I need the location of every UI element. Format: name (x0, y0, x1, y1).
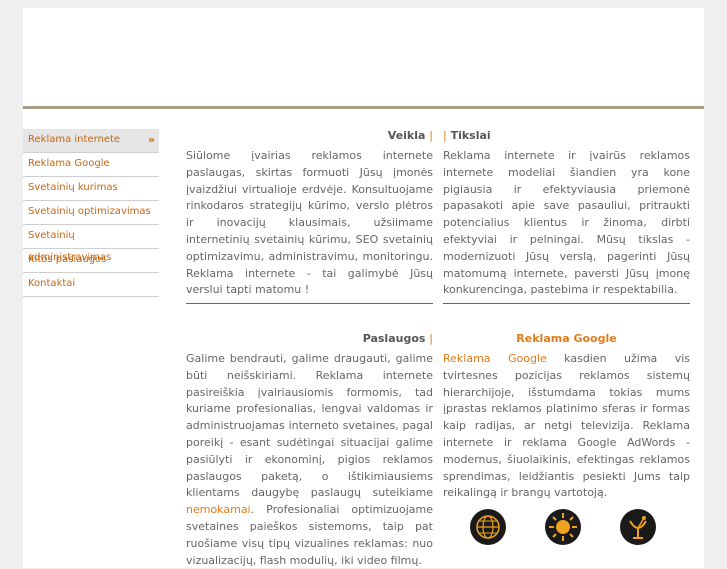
heading-title: Paslaugos (362, 332, 426, 345)
heading-separator: | (429, 332, 433, 345)
sun-icon[interactable] (545, 509, 581, 545)
nav-item-label: Reklama internete (28, 134, 121, 145)
satellite-icon[interactable] (620, 509, 656, 545)
divider (443, 303, 690, 304)
section-text: Siūlome įvairias reklamos internete pasl… (186, 149, 433, 297)
divider (186, 303, 433, 304)
heading-title: Veikla (387, 129, 426, 142)
nav-item-svetainiu-kurimas[interactable]: Svetainių kurimas (23, 177, 159, 201)
section-heading: Paslaugos | (186, 331, 433, 347)
chevron-right-icon: » (147, 133, 155, 146)
nav-item-label: Svetainių kurimas (28, 182, 118, 193)
heading-title: Tikslai (450, 129, 491, 142)
nemokamai-link[interactable]: nemokamai (186, 503, 251, 516)
page: Reklama internete » Reklama Google Sveta… (23, 8, 704, 568)
reklama-google-link[interactable]: Reklama Google (443, 352, 547, 365)
section-heading: | Tikslai (443, 128, 690, 144)
section-text: Reklama Google kasdien užima vis tvirtes… (443, 351, 690, 502)
nav-item-label: Reklama Google (28, 158, 110, 169)
section-text: Galime bendrauti, galime draugauti, gali… (186, 351, 433, 569)
service-icons (445, 509, 656, 549)
nav-item-svetainiu-optimizavimas[interactable]: Svetainių optimizavimas (23, 201, 159, 225)
heading-separator: | (429, 129, 433, 142)
section-paslaugos: Paslaugos | Galime bendrauti, galime dra… (186, 331, 433, 569)
section-veikla: Veikla | Siūlome įvairias reklamos inter… (186, 128, 433, 299)
text-part: Galime bendrauti, galime draugauti, gali… (186, 352, 433, 500)
sidebar-nav: Reklama internete » Reklama Google Sveta… (23, 129, 159, 297)
globe-icon[interactable] (470, 509, 506, 545)
section-heading: Reklama Google (516, 332, 617, 345)
text-part: kasdien užima vis tvirtesnes pozicijas r… (443, 352, 690, 500)
header (23, 8, 704, 106)
nav-item-svetainiu-administravimas[interactable]: Svetainių administravimas (23, 225, 159, 263)
nav-item-label: Svetainių optimizavimas (28, 206, 151, 217)
nav-item-reklama-google[interactable]: Reklama Google (23, 153, 159, 177)
section-reklama-google: Reklama Google Reklama Google kasdien už… (443, 331, 690, 502)
heading-separator: | (443, 129, 447, 142)
nav-item-reklama-internete[interactable]: Reklama internete » (23, 129, 159, 153)
section-heading: Veikla | (186, 128, 433, 144)
section-text: Reklama internete ir įvairūs reklamos in… (443, 149, 690, 297)
nav-item-label: Kitos paslaugos (28, 254, 107, 265)
nav-item-label: Kontaktai (28, 278, 76, 289)
nav-item-kitos-paslaugos[interactable]: Kitos paslaugos (23, 249, 159, 273)
section-tikslai: | Tikslai Reklama internete ir įvairūs r… (443, 128, 690, 299)
nav-item-kontaktai[interactable]: Kontaktai (23, 273, 159, 297)
header-divider (23, 106, 704, 109)
